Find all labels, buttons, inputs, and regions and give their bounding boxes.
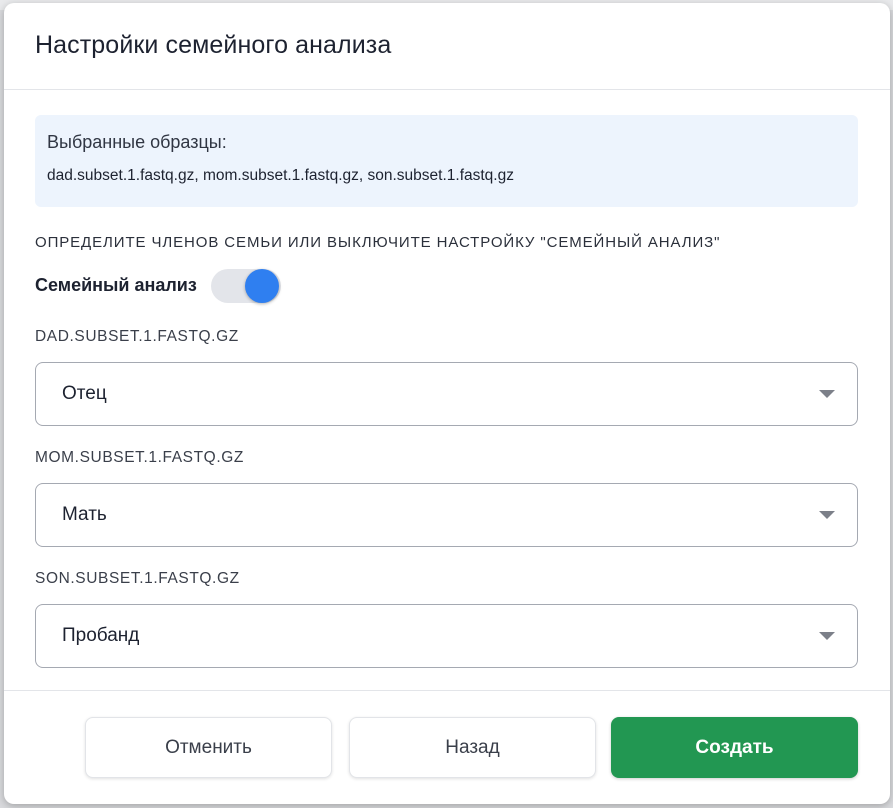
family-analysis-dialog: Настройки семейного анализа Выбранные об… [4,3,890,804]
back-button[interactable]: Назад [349,717,596,778]
dialog-title: Настройки семейного анализа [35,31,392,59]
create-button[interactable]: Создать [611,717,858,778]
toggle-knob [244,269,279,303]
mom-role-value: Мать [62,504,107,525]
family-analysis-toggle-label: Семейный анализ [35,274,197,295]
selected-samples-box: Выбранные образцы: dad.subset.1.fastq.gz… [35,115,858,207]
family-analysis-toggle-row: Семейный анализ [35,265,859,305]
mom-role-select[interactable]: Мать [35,483,858,547]
cancel-button[interactable]: Отменить [85,717,332,778]
mom-sample-label: MOM.SUBSET.1.FASTQ.GZ [35,449,244,466]
son-sample-label: SON.SUBSET.1.FASTQ.GZ [35,570,240,587]
chevron-down-icon [819,632,835,640]
son-role-value: Пробанд [62,625,140,646]
dad-role-value: Отец [62,383,107,404]
instruction-text: ОПРЕДЕЛИТЕ ЧЛЕНОВ СЕМЬИ ИЛИ ВЫКЛЮЧИТЕ НА… [35,234,721,251]
dad-role-select[interactable]: Отец [35,362,858,426]
dialog-header: Настройки семейного анализа [4,3,890,90]
chevron-down-icon [819,511,835,519]
son-role-select[interactable]: Пробанд [35,604,858,668]
selected-samples-label: Выбранные образцы: [47,132,227,152]
dad-sample-label: DAD.SUBSET.1.FASTQ.GZ [35,328,239,345]
dialog-footer: Отменить Назад Создать [4,690,890,804]
chevron-down-icon [819,390,835,398]
selected-samples-value: dad.subset.1.fastq.gz, mom.subset.1.fast… [47,167,514,184]
family-analysis-toggle[interactable] [210,267,281,303]
dialog-body: Выбранные образцы: dad.subset.1.fastq.gz… [4,90,890,690]
